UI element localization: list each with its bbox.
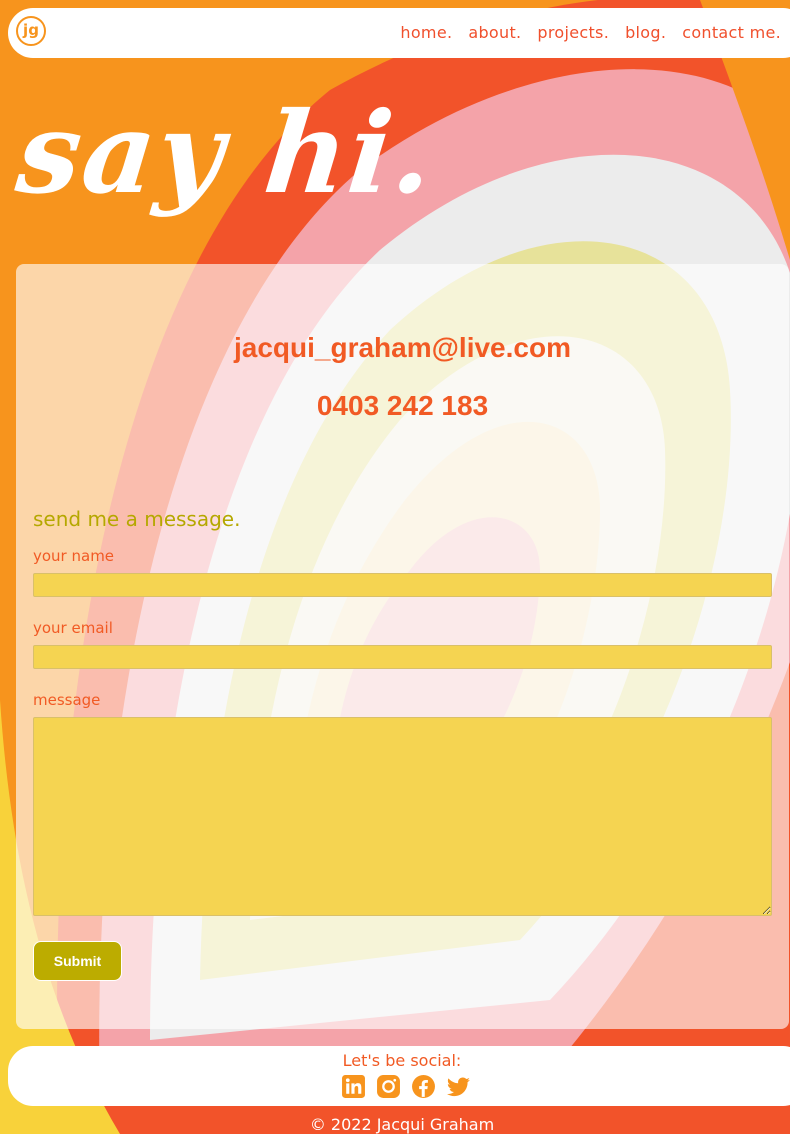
form-title: send me a message. [33, 507, 241, 531]
page-title: say hi. [11, 88, 442, 219]
nav-home[interactable]: home. [400, 23, 452, 42]
email-label: your email [33, 619, 113, 637]
contact-phone[interactable]: 0403 242 183 [16, 390, 789, 422]
social-title: Let's be social: [342, 1051, 462, 1070]
email-input[interactable] [33, 645, 772, 669]
name-label: your name [33, 547, 115, 565]
copyright: © 2022 Jacqui Graham [309, 1115, 495, 1134]
main-nav: home. about. projects. blog. contact me. [400, 23, 781, 42]
contact-email[interactable]: jacqui_graham@live.com [16, 332, 789, 364]
contact-card: jacqui_graham@live.com 0403 242 183 send… [16, 264, 789, 1029]
message-label: message [33, 691, 101, 709]
nav-projects[interactable]: projects. [537, 23, 609, 42]
twitter-icon[interactable] [446, 1074, 471, 1099]
social-footer: Let's be social: [8, 1046, 790, 1106]
instagram-icon[interactable] [376, 1074, 401, 1099]
message-textarea[interactable] [33, 717, 772, 916]
nav-about[interactable]: about. [468, 23, 521, 42]
submit-button[interactable]: Submit [33, 941, 122, 981]
logo[interactable]: jg [16, 16, 46, 46]
social-icons [341, 1074, 471, 1099]
linkedin-icon[interactable] [341, 1074, 366, 1099]
nav-blog[interactable]: blog. [625, 23, 666, 42]
name-input[interactable] [33, 573, 772, 597]
top-navbar: jg home. about. projects. blog. contact … [8, 8, 790, 58]
facebook-icon[interactable] [411, 1074, 436, 1099]
nav-contact[interactable]: contact me. [682, 23, 781, 42]
